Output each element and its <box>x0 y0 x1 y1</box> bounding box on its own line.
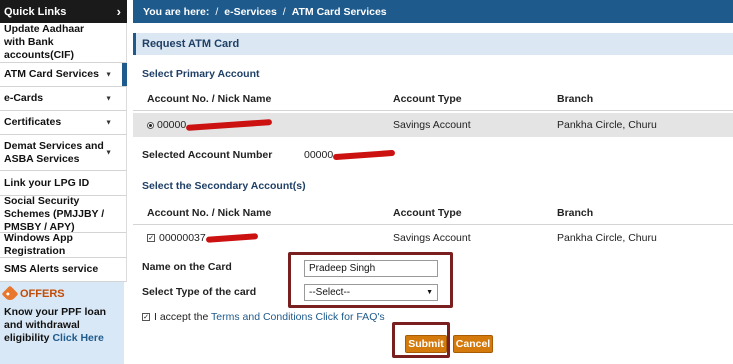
selected-account-number: 00000 <box>304 149 334 161</box>
quick-links-sidebar: Quick Links › Update Aadhaar with Bank a… <box>0 0 127 364</box>
sidebar-item-sms-alerts[interactable]: SMS Alerts service <box>0 258 126 282</box>
header-account-no: Account No. / Nick Name <box>147 206 272 219</box>
redaction-mark <box>205 233 258 244</box>
cancel-button[interactable]: Cancel <box>453 335 493 353</box>
caret-down-icon: ▼ <box>105 119 112 126</box>
offers-title: OFFERS <box>20 288 65 300</box>
sidebar-item-certificates[interactable]: Certificates ▼ <box>0 111 126 135</box>
panel-title: Request ATM Card <box>133 33 733 55</box>
header-branch: Branch <box>557 206 594 219</box>
faq-link[interactable]: Click for FAQ's <box>316 311 385 323</box>
terms-row: ✓ I accept the Terms and Conditions Click… <box>142 311 385 323</box>
offers-title-row: OFFERS <box>1 285 120 303</box>
offers-text: Know your PPF loan and withdrawal eligib… <box>4 306 120 345</box>
card-type-label: Select Type of the card <box>142 286 257 298</box>
sidebar-item-label: e-Cards <box>4 92 44 104</box>
sidebar-item-label: Demat Services and ASBA Services <box>4 139 104 165</box>
breadcrumb-separator: / <box>215 5 219 18</box>
name-on-card-label: Name on the Card <box>142 261 232 273</box>
secondary-account-number: 00000037 <box>159 232 206 244</box>
primary-account-number: 00000 <box>157 119 187 131</box>
card-type-select[interactable]: --Select-- ▼ <box>304 284 438 301</box>
primary-account-radio[interactable] <box>147 121 154 129</box>
secondary-account-branch: Pankha Circle, Churu <box>557 232 657 244</box>
sidebar-item-demat-services[interactable]: Demat Services and ASBA Services ▼ <box>0 135 126 171</box>
secondary-table-header: Account No. / Nick Name Account Type Bra… <box>133 201 733 225</box>
breadcrumb-item-atm-card-services[interactable]: ATM Card Services <box>292 6 387 18</box>
submit-button[interactable]: Submit <box>405 335 447 353</box>
primary-account-type: Savings Account <box>393 119 471 131</box>
name-on-card-input[interactable] <box>304 260 438 277</box>
sidebar-item-windows-app-registration[interactable]: Windows App Registration <box>0 232 126 258</box>
secondary-account-type: Savings Account <box>393 232 471 244</box>
sidebar-item-label: Update Aadhaar with Bank accounts(CIF) <box>4 23 85 61</box>
header-account-type: Account Type <box>393 206 462 219</box>
caret-down-icon: ▼ <box>105 71 112 78</box>
tag-icon <box>1 285 19 303</box>
primary-account-label: Select Primary Account <box>142 68 260 80</box>
secondary-account-row[interactable]: ✓ 00000037 Savings Account Pankha Circle,… <box>133 226 733 250</box>
quick-links-header[interactable]: Quick Links › <box>0 0 127 23</box>
terms-prefix: I accept the <box>154 311 209 323</box>
quick-links-title: Quick Links <box>4 5 67 18</box>
header-account-type: Account Type <box>393 92 462 105</box>
breadcrumb-item-e-services[interactable]: e-Services <box>224 6 277 18</box>
secondary-accounts-label: Select the Secondary Account(s) <box>142 180 306 192</box>
caret-down-icon: ▼ <box>105 149 112 156</box>
sidebar-item-e-cards[interactable]: e-Cards ▼ <box>0 87 126 111</box>
sidebar-item-link-lpg-id[interactable]: Link your LPG ID <box>0 171 126 196</box>
breadcrumb: You are here: / e-Services / ATM Card Se… <box>133 0 733 23</box>
offers-click-here-link[interactable]: Click Here <box>52 332 103 344</box>
caret-down-icon: ▼ <box>105 95 112 102</box>
secondary-account-checkbox[interactable]: ✓ <box>147 234 155 243</box>
selected-account-row: Selected Account Number 00000 <box>133 143 733 167</box>
secondary-account-cell: ✓ 00000037 <box>147 232 258 244</box>
primary-table-header: Account No. / Nick Name Account Type Bra… <box>133 87 733 111</box>
selected-account-cell: 00000 <box>304 149 396 161</box>
sidebar-item-label: Certificates <box>4 116 62 128</box>
redaction-mark <box>333 150 396 161</box>
caret-down-icon: ▼ <box>426 289 433 296</box>
terms-checkbox[interactable]: ✓ <box>142 313 150 322</box>
sidebar-list: Update Aadhaar with Bank accounts(CIF) A… <box>0 23 127 282</box>
sidebar-item-label: Windows App Registration <box>4 232 73 257</box>
card-type-selected: --Select-- <box>309 287 351 298</box>
primary-account-cell: 00000 <box>147 119 273 132</box>
header-account-no: Account No. / Nick Name <box>147 92 272 105</box>
sidebar-item-atm-card-services[interactable]: ATM Card Services ▼ <box>0 63 127 87</box>
terms-and-conditions-link[interactable]: Terms and Conditions <box>211 311 313 323</box>
sidebar-item-label: Link your LPG ID <box>4 176 90 189</box>
sidebar-item-label: Social Security Schemes (PMJJBY / PMSBY … <box>4 194 105 233</box>
redaction-mark <box>186 119 273 132</box>
breadcrumb-prefix: You are here: <box>143 5 210 18</box>
request-atm-card-panel: Request ATM Card Select Primary Account … <box>133 33 733 364</box>
breadcrumb-separator: / <box>282 5 286 18</box>
chevron-right-icon[interactable]: › <box>117 4 121 19</box>
primary-account-branch: Pankha Circle, Churu <box>557 119 657 131</box>
sidebar-item-label: SMS Alerts service <box>4 263 99 275</box>
header-branch: Branch <box>557 92 594 105</box>
selected-account-label: Selected Account Number <box>142 149 273 161</box>
sidebar-item-social-security-schemes[interactable]: Social Security Schemes (PMJJBY / PMSBY … <box>0 194 126 233</box>
primary-account-row[interactable]: 00000 Savings Account Pankha Circle, Chu… <box>133 113 733 137</box>
offers-box: OFFERS Know your PPF loan and withdrawal… <box>0 282 124 364</box>
sidebar-item-label: ATM Card Services <box>4 68 99 80</box>
sidebar-item-update-aadhaar[interactable]: Update Aadhaar with Bank accounts(CIF) <box>0 23 126 63</box>
